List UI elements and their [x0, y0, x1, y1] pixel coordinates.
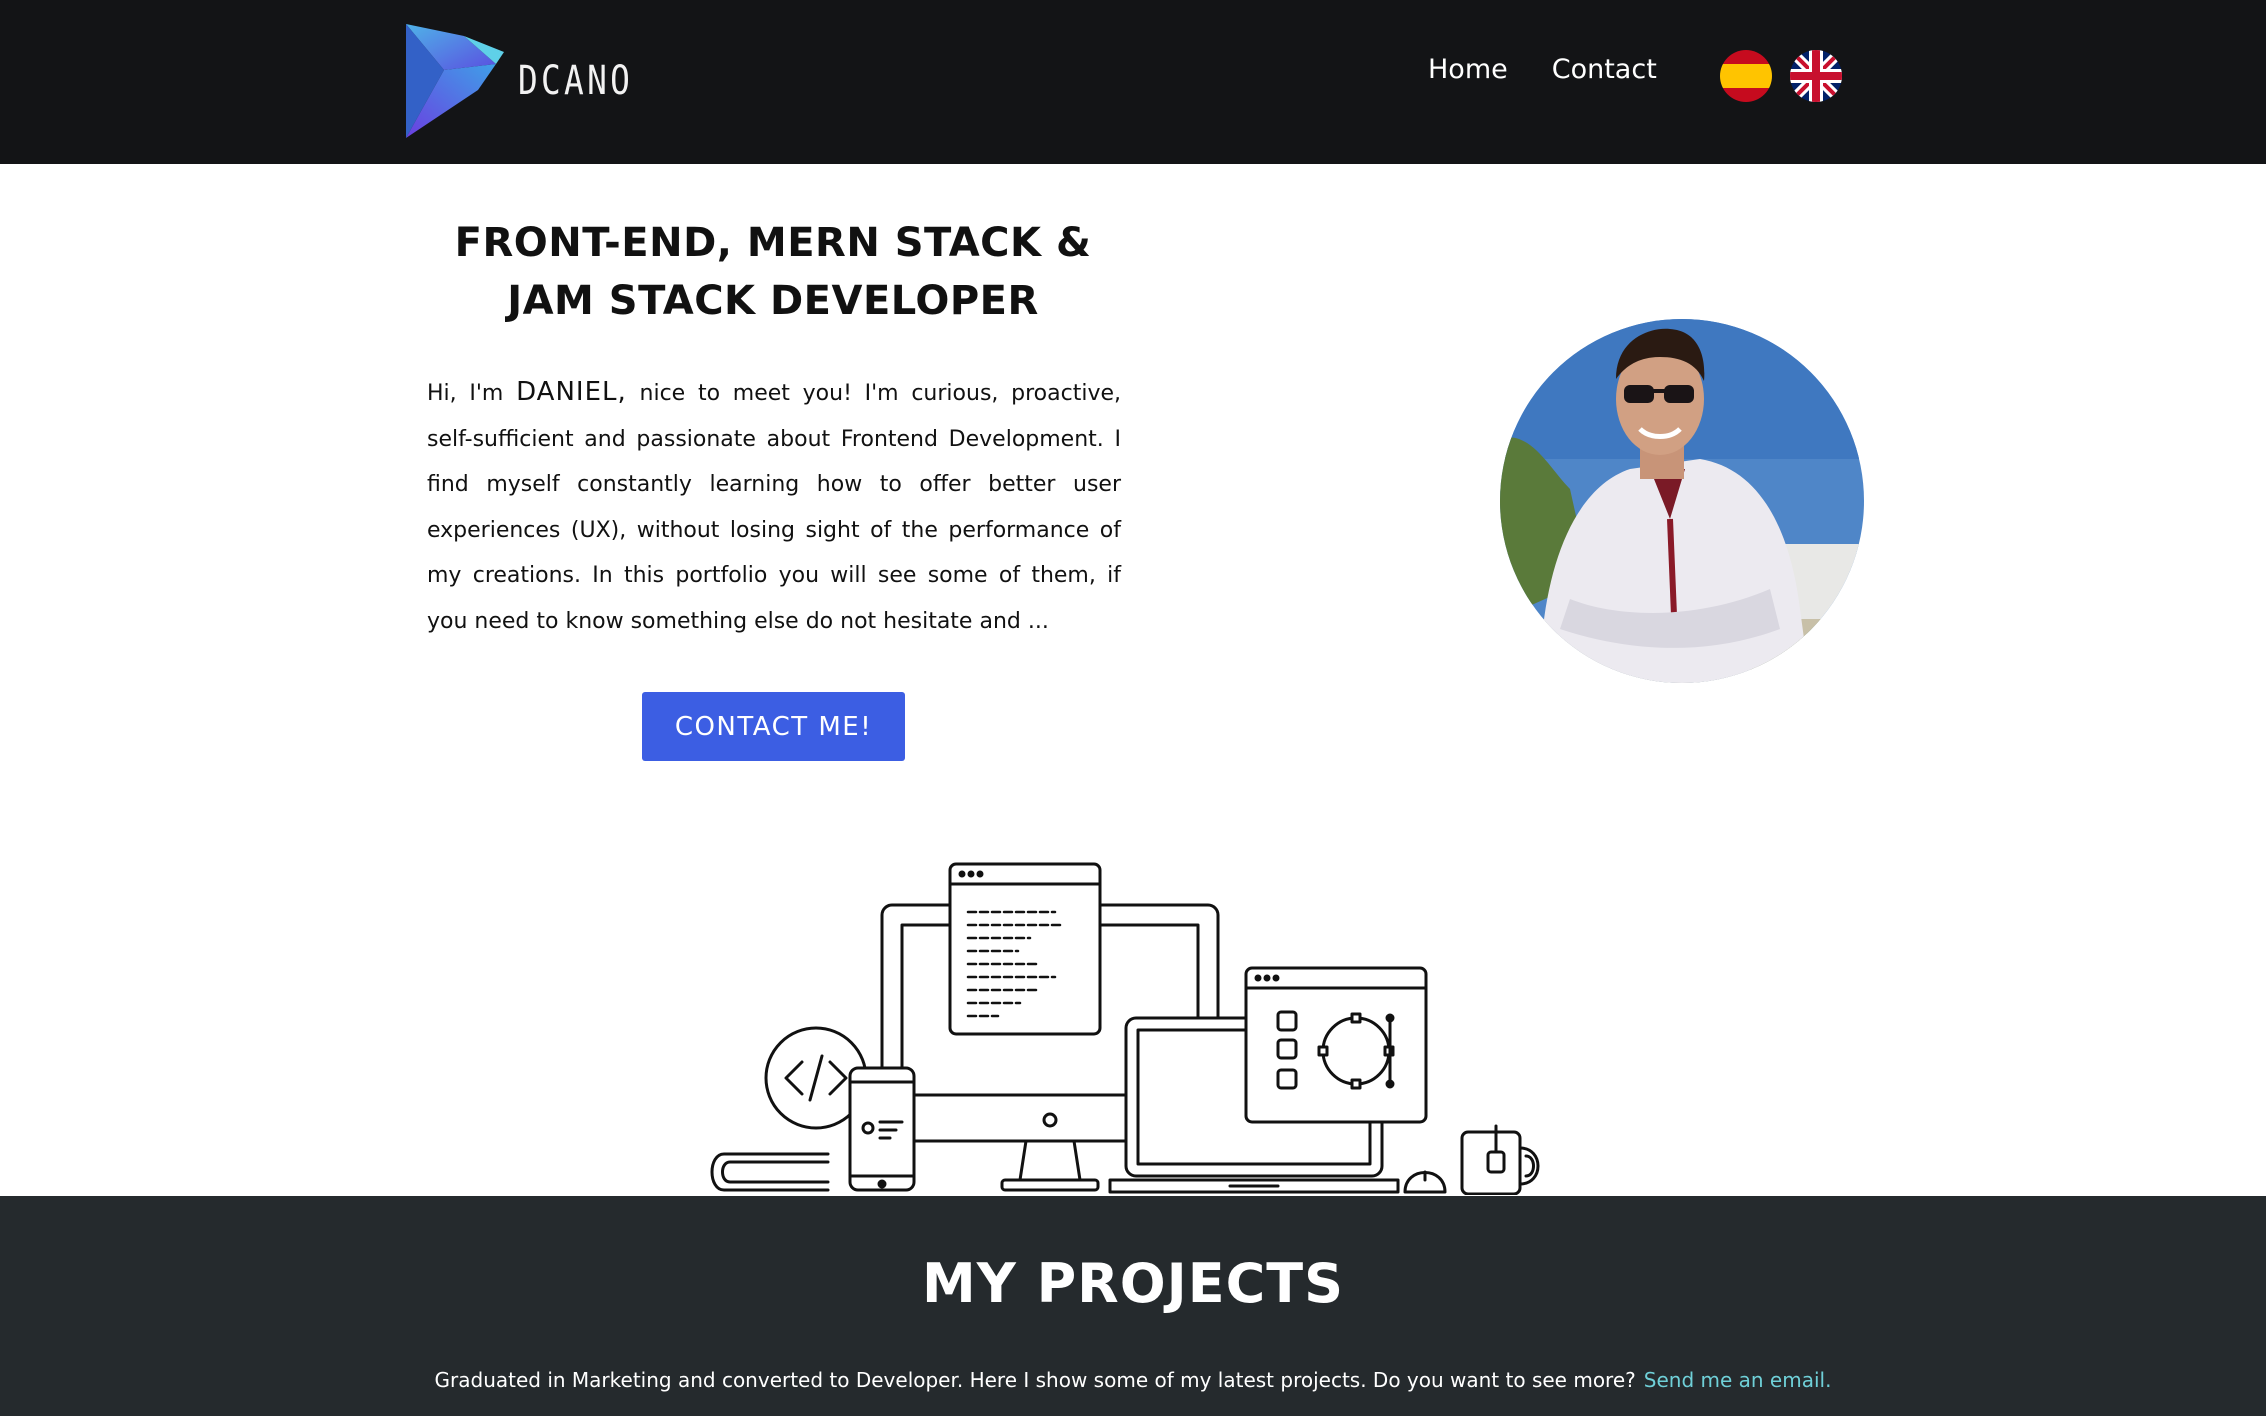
- hero-title: FRONT-END, MERN STACK & JAM STACK DEVELO…: [454, 220, 1092, 324]
- brand-logo[interactable]: DCANO: [404, 24, 658, 138]
- developer-workspace-illustration: [710, 862, 1540, 1195]
- contact-me-button[interactable]: CONTACT ME!: [642, 692, 905, 761]
- projects-title: MY PROJECTS: [921, 1252, 1345, 1315]
- code-window-icon: [948, 862, 1102, 1036]
- spain-flag-icon[interactable]: [1720, 50, 1772, 102]
- profile-photo: [1500, 319, 1864, 683]
- brand-name: DCANO: [518, 58, 634, 104]
- projects-description-text: Graduated in Marketing and converted to …: [434, 1368, 1636, 1392]
- book-stack-icon: [710, 1152, 830, 1192]
- smartphone-icon: [848, 1066, 916, 1192]
- coffee-mug-icon: [1460, 1124, 1540, 1195]
- nav-contact-link[interactable]: Contact: [1552, 54, 1657, 85]
- projects-description: Graduated in Marketing and converted to …: [0, 1368, 2266, 1392]
- intro-body: nice to meet you! I'm curious, proactive…: [427, 381, 1121, 634]
- site-header: DCANO Home Contact: [0, 0, 2266, 164]
- main-nav: Home Contact: [1428, 54, 1657, 85]
- language-switcher: [1720, 50, 1842, 102]
- dcano-logo-icon: [406, 24, 504, 138]
- uk-flag-icon[interactable]: [1790, 50, 1842, 102]
- nav-home-link[interactable]: Home: [1428, 54, 1508, 85]
- intro-prefix: Hi, I'm: [427, 381, 504, 406]
- developer-name: DANIEL,: [516, 377, 627, 407]
- send-email-link[interactable]: Send me an email.: [1644, 1368, 1832, 1392]
- mouse-icon: [1403, 1170, 1447, 1194]
- design-window-icon: [1244, 966, 1428, 1124]
- hero-intro: Hi, I'm DANIEL, nice to meet you! I'm cu…: [427, 370, 1121, 645]
- projects-section: MY PROJECTS Graduated in Marketing and c…: [0, 1196, 2266, 1416]
